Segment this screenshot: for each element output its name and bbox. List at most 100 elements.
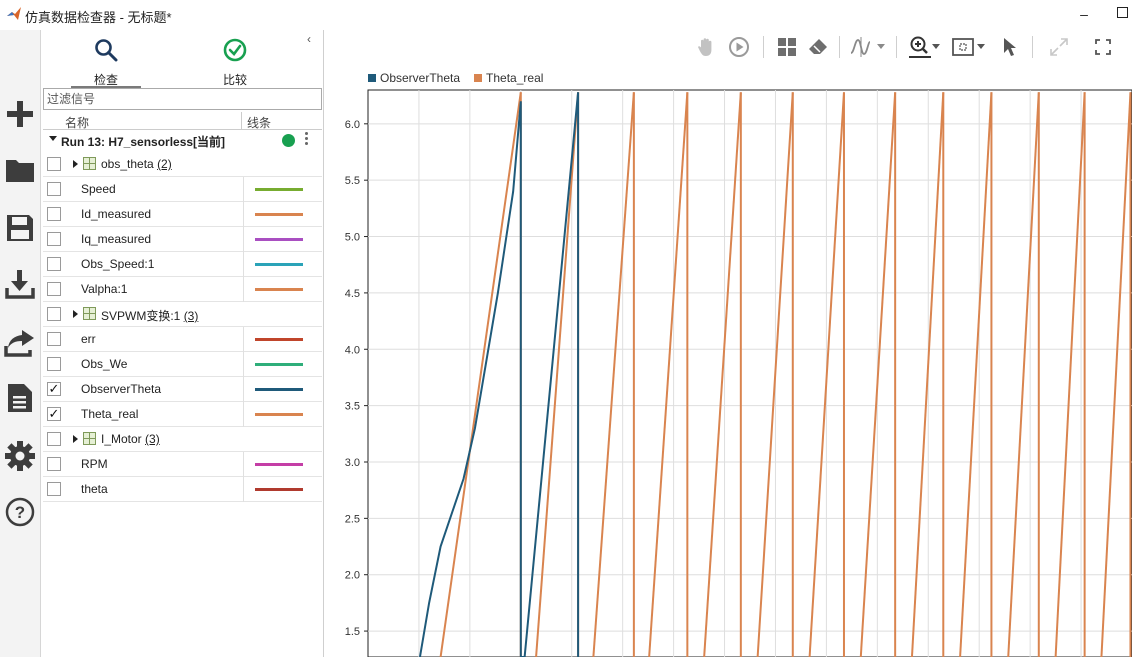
signal-checkbox[interactable] xyxy=(47,282,61,296)
fit-dropdown-icon[interactable] xyxy=(975,36,987,58)
zoom-dropdown-icon[interactable] xyxy=(930,36,942,58)
column-divider xyxy=(243,402,244,427)
layout-icon[interactable] xyxy=(775,36,799,58)
column-line-header[interactable]: 线条 xyxy=(247,114,271,131)
toolbar-separator xyxy=(839,36,840,58)
signal-group-row[interactable]: I_Motor (3) xyxy=(43,427,322,452)
expand-group-icon[interactable] xyxy=(73,310,78,318)
column-divider xyxy=(243,452,244,477)
toolbar-separator xyxy=(763,36,764,58)
line-style-swatch[interactable] xyxy=(255,338,303,341)
signal-checkbox[interactable] xyxy=(47,182,61,196)
line-style-swatch[interactable] xyxy=(255,213,303,216)
run-options-icon[interactable] xyxy=(305,132,309,148)
signal-checkbox[interactable] xyxy=(47,232,61,246)
expand-icon[interactable] xyxy=(1047,36,1071,58)
line-style-swatch[interactable] xyxy=(255,188,303,191)
signal-group-row[interactable]: obs_theta (2) xyxy=(43,152,322,177)
y-tick-label: 5.0 xyxy=(345,232,360,244)
signal-checkbox[interactable] xyxy=(47,457,61,471)
signal-checkbox[interactable] xyxy=(47,332,61,346)
line-style-swatch[interactable] xyxy=(255,463,303,466)
collapse-panel-button[interactable]: ‹ xyxy=(307,32,321,46)
line-chart[interactable]: 6.0 5.5 5.0 4.5 4.0 3.5 3.0 2.5 2.0 1.5 xyxy=(324,86,1132,657)
signal-row[interactable]: RPM xyxy=(43,452,322,477)
signal-checkbox[interactable] xyxy=(47,482,61,496)
signal-row[interactable]: Obs_Speed:1 xyxy=(43,252,322,277)
signal-name: theta xyxy=(81,482,108,496)
toolbar-separator xyxy=(896,36,897,58)
signal-row[interactable]: ✓ ObserverTheta xyxy=(43,377,322,402)
tab-compare[interactable]: 比较 xyxy=(200,34,270,88)
line-style-swatch[interactable] xyxy=(255,238,303,241)
play-icon[interactable] xyxy=(727,36,751,58)
signal-row[interactable]: Obs_We xyxy=(43,352,322,377)
signal-row[interactable]: ✓ Theta_real xyxy=(43,402,322,427)
filter-signals-input[interactable] xyxy=(43,88,322,110)
line-style-swatch[interactable] xyxy=(255,263,303,266)
legend-label: Theta_real xyxy=(486,71,544,85)
column-divider[interactable] xyxy=(241,112,242,130)
group-grid-icon xyxy=(83,432,96,445)
group-count[interactable]: (3) xyxy=(184,309,199,323)
line-style-swatch[interactable] xyxy=(255,288,303,291)
zoom-icon[interactable] xyxy=(908,36,932,58)
search-icon xyxy=(95,39,118,62)
share-icon[interactable] xyxy=(4,326,36,358)
signal-checkbox[interactable] xyxy=(47,432,61,446)
signal-checkbox[interactable] xyxy=(47,207,61,221)
signal-checkbox[interactable] xyxy=(47,307,61,321)
signal-name: Speed xyxy=(81,182,116,196)
save-icon[interactable] xyxy=(4,212,36,244)
add-icon[interactable] xyxy=(4,98,36,130)
column-name-header[interactable]: 名称 xyxy=(65,114,89,131)
document-icon[interactable] xyxy=(4,382,36,414)
signal-row[interactable]: theta xyxy=(43,477,322,502)
signal-row[interactable]: Speed xyxy=(43,177,322,202)
run-row[interactable]: Run 13: H7_sensorless[当前] xyxy=(43,130,322,152)
expand-group-icon[interactable] xyxy=(73,435,78,443)
pointer-icon[interactable] xyxy=(998,36,1022,58)
cursor-wave-icon[interactable] xyxy=(850,36,874,58)
fit-box-icon[interactable] xyxy=(951,36,975,58)
signal-row[interactable]: Valpha:1 xyxy=(43,277,322,302)
line-style-swatch[interactable] xyxy=(255,388,303,391)
signal-checkbox[interactable] xyxy=(47,257,61,271)
fullscreen-icon[interactable] xyxy=(1091,36,1115,58)
line-style-swatch[interactable] xyxy=(255,488,303,491)
pan-icon[interactable] xyxy=(694,36,718,58)
matlab-logo-icon xyxy=(7,7,21,20)
signal-name: ObserverTheta xyxy=(81,382,162,396)
signal-checkbox[interactable] xyxy=(47,357,61,371)
folder-icon[interactable] xyxy=(4,154,36,186)
signal-checkbox[interactable]: ✓ xyxy=(47,407,61,421)
collapse-run-icon[interactable] xyxy=(49,136,57,141)
signal-row[interactable]: err xyxy=(43,327,322,352)
signal-row[interactable]: Iq_measured xyxy=(43,227,322,252)
group-name-text: SVPWM变换:1 xyxy=(101,309,181,323)
group-count[interactable]: (3) xyxy=(145,432,160,446)
signal-checkbox[interactable]: ✓ xyxy=(47,382,61,396)
column-divider xyxy=(243,277,244,302)
column-divider xyxy=(243,227,244,252)
signal-group-row[interactable]: SVPWM变换:1 (3) xyxy=(43,302,322,327)
tab-inspect[interactable]: 检查 xyxy=(71,34,141,88)
download-icon[interactable] xyxy=(4,268,36,300)
group-name: obs_theta (2) xyxy=(101,157,172,171)
eraser-icon[interactable] xyxy=(806,36,830,58)
minimize-button[interactable]: – xyxy=(1074,4,1094,24)
signal-checkbox[interactable] xyxy=(47,157,61,171)
line-style-swatch[interactable] xyxy=(255,413,303,416)
group-name: SVPWM变换:1 (3) xyxy=(101,307,198,324)
legend-item-theta-real: Theta_real xyxy=(474,71,543,85)
signal-name: Theta_real xyxy=(81,407,139,421)
help-icon[interactable]: ? xyxy=(4,496,36,528)
group-count[interactable]: (2) xyxy=(157,157,172,171)
y-tick-label: 2.5 xyxy=(345,513,360,525)
expand-group-icon[interactable] xyxy=(73,160,78,168)
signal-row[interactable]: Id_measured xyxy=(43,202,322,227)
line-style-swatch[interactable] xyxy=(255,363,303,366)
maximize-button[interactable] xyxy=(1117,7,1128,18)
cursor-dropdown-icon[interactable] xyxy=(874,36,888,58)
gear-icon[interactable] xyxy=(4,440,36,472)
